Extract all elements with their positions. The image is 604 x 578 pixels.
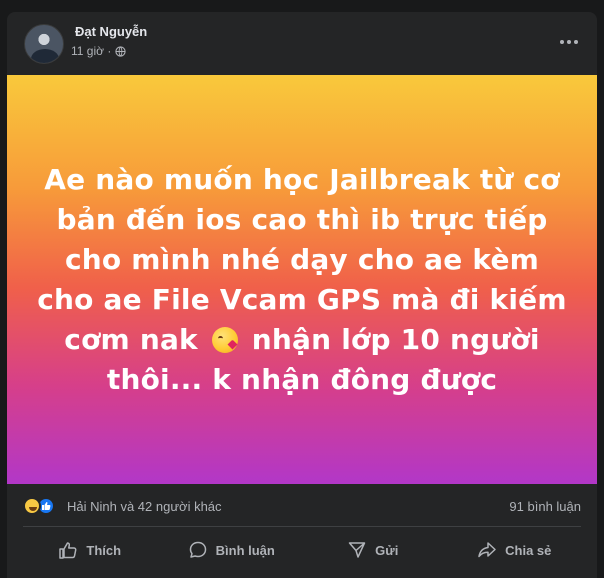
thumbs-up-icon — [59, 542, 77, 559]
send-button[interactable]: Gửi — [302, 532, 444, 568]
share-arrow-icon — [478, 542, 496, 558]
author-name[interactable]: Đạt Nguyễn — [75, 24, 147, 39]
post-time[interactable]: 11 giờ · — [71, 44, 111, 58]
comment-label: Bình luận — [215, 542, 275, 558]
post-text: Ae nào muốn học Jailbreak từ cơ bản đến … — [32, 160, 572, 400]
post-stats: Hải Ninh và 42 người khác 91 bình luận — [7, 492, 597, 520]
globe-icon[interactable] — [115, 45, 126, 57]
comments-count[interactable]: 91 bình luận — [509, 499, 581, 514]
more-options-icon[interactable] — [557, 32, 581, 52]
comment-button[interactable]: Bình luận — [161, 532, 303, 568]
post-header: Đạt Nguyễn 11 giờ · — [7, 12, 597, 74]
haha-reaction-icon — [23, 497, 41, 515]
reaction-icons[interactable] — [23, 497, 55, 515]
send-icon — [348, 542, 366, 558]
post-meta: 11 giờ · — [71, 44, 126, 58]
share-label: Chia sẻ — [505, 542, 552, 558]
divider — [23, 526, 581, 527]
reactions-summary[interactable]: Hải Ninh và 42 người khác — [67, 499, 222, 514]
face-blowing-kiss-emoji-icon — [211, 326, 238, 353]
comment-bubble-icon — [189, 541, 206, 558]
action-bar: Thích Bình luận Gửi Chia sẻ — [19, 532, 585, 568]
post-background: Ae nào muốn học Jailbreak từ cơ bản đến … — [7, 75, 597, 484]
share-button[interactable]: Chia sẻ — [444, 532, 586, 568]
like-label: Thích — [86, 542, 122, 558]
author-avatar[interactable] — [24, 24, 64, 64]
post-card: Đạt Nguyễn 11 giờ · Ae nào muốn học Jail… — [7, 12, 597, 578]
like-button[interactable]: Thích — [19, 532, 161, 568]
send-label: Gửi — [375, 542, 399, 558]
